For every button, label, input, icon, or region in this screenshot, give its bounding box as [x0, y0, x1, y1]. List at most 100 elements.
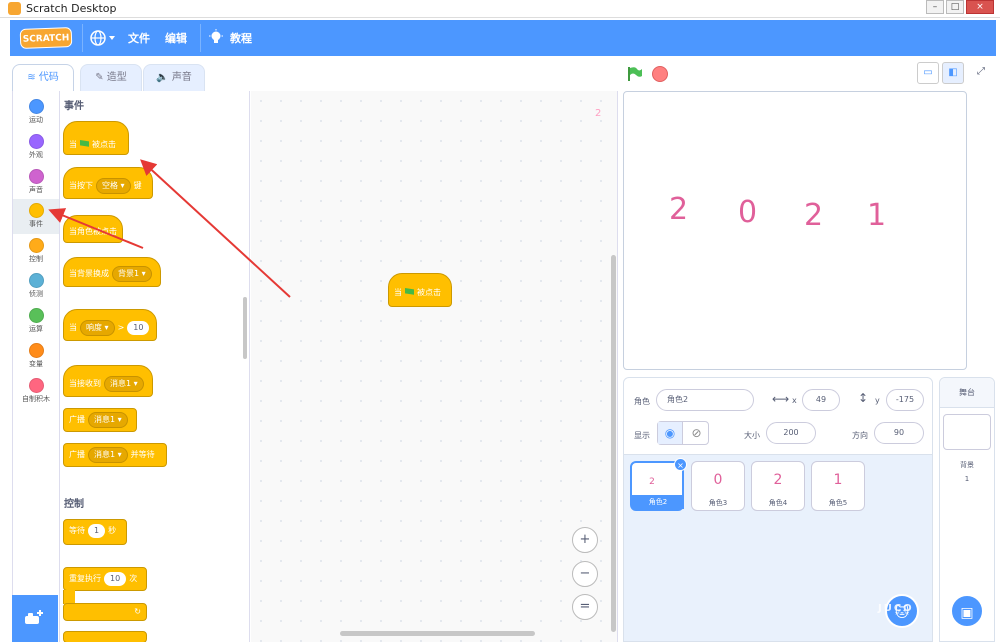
speaker-icon: 🔈	[156, 72, 169, 83]
loudness-input[interactable]: 10	[127, 320, 150, 335]
sprite-tile[interactable]: 0 角色3	[691, 461, 745, 511]
stage-sprite-digit[interactable]: 0	[738, 195, 757, 230]
small-stage-button[interactable]: ▭	[917, 62, 939, 84]
sprite-thumbnail: 2	[773, 472, 783, 488]
wait-block[interactable]: 等待 1 秒	[63, 519, 127, 545]
category-looks[interactable]: 外观	[13, 130, 59, 165]
category-dot	[28, 308, 44, 323]
stage-panel-title: 舞台	[940, 378, 994, 408]
backdrop-dropdown[interactable]: 背景1 ▾	[112, 265, 152, 282]
lightbulb-icon	[209, 29, 223, 43]
app-icon	[8, 2, 21, 15]
when-backdrop-switches-block[interactable]: 当背景换成 背景1 ▾	[63, 257, 161, 287]
y-input[interactable]: -175	[886, 389, 924, 411]
zoom-out-icon: −	[579, 566, 591, 581]
sprite-tile-name: 角色4	[768, 499, 788, 507]
tab-costumes[interactable]: ✎ 造型	[80, 64, 142, 92]
y-arrows-icon: ↕	[858, 391, 869, 405]
script-when-flag-clicked-block[interactable]: 当被点击	[388, 273, 452, 307]
forever-block-top[interactable]	[63, 631, 147, 642]
repeat-input[interactable]: 10	[104, 571, 127, 586]
tab-sounds[interactable]: 🔈 声音	[143, 64, 205, 92]
tutorials-menu[interactable]: 教程	[208, 28, 268, 48]
maximize-button[interactable]: □	[946, 0, 964, 14]
category-dot	[28, 203, 44, 218]
script-workspace[interactable]	[251, 91, 618, 642]
size-input[interactable]: 200	[766, 422, 816, 444]
broadcast-and-wait-block[interactable]: 广播 消息1 ▾ 并等待	[63, 443, 167, 467]
category-operators[interactable]: 运算	[13, 304, 59, 339]
sprite-tile[interactable]: 1 角色5	[811, 461, 865, 511]
message-dropdown[interactable]: 消息1 ▾	[104, 375, 144, 392]
stage-canvas[interactable]: 2 0 2 1	[623, 91, 967, 370]
workspace-horizontal-scrollbar[interactable]	[340, 631, 535, 636]
key-dropdown[interactable]: 空格 ▾	[96, 177, 131, 194]
repeat-block-foot: ↻	[63, 603, 147, 621]
close-button[interactable]: ×	[966, 0, 994, 14]
broadcast-dropdown[interactable]: 消息1 ▾	[88, 411, 128, 428]
hide-sprite-button[interactable]: ⊘	[684, 422, 709, 444]
zoom-in-button[interactable]: +	[572, 527, 598, 553]
category-sensing[interactable]: 侦测	[13, 269, 59, 304]
zoom-in-icon: +	[579, 532, 591, 547]
category-sound[interactable]: 声音	[13, 165, 59, 200]
menu-separator	[82, 24, 83, 52]
stage-thumbnail[interactable]	[943, 414, 991, 450]
window-title: Scratch Desktop	[26, 2, 117, 15]
broadcast-block[interactable]: 广播 消息1 ▾	[63, 408, 137, 432]
wait-input[interactable]: 1	[88, 523, 106, 538]
add-extension-button[interactable]	[12, 595, 58, 642]
stage-sprite-digit[interactable]: 1	[867, 198, 886, 233]
category-dot	[28, 238, 44, 253]
show-sprite-button[interactable]: ◉	[658, 422, 683, 444]
stop-button[interactable]	[652, 66, 668, 82]
menu-bar: SCRATCH 文件 编辑 教程	[10, 20, 996, 56]
palette-scrollbar[interactable]	[243, 297, 247, 359]
sprite-info-panel: 角色 角色2 ⟷ x 49 ↕ y -175 显示 ◉ ⊘ 大小 200 方向 …	[623, 377, 933, 455]
stage-sprite-digit[interactable]: 2	[804, 198, 823, 233]
broadcast-wait-dropdown[interactable]: 消息1 ▾	[88, 446, 128, 463]
green-flag-icon	[405, 288, 414, 295]
category-motion[interactable]: 运动	[13, 95, 59, 130]
green-flag-button[interactable]	[627, 66, 643, 82]
delete-sprite-icon[interactable]: ×	[674, 458, 687, 471]
sprite-name-input[interactable]: 角色2	[656, 389, 754, 411]
eye-icon: ◉	[664, 426, 676, 440]
fullscreen-button[interactable]: ⤢	[970, 62, 992, 84]
tab-code[interactable]: ≋ 代码	[12, 64, 74, 92]
normal-stage-icon: ◧	[948, 67, 958, 78]
zoom-out-button[interactable]: −	[572, 561, 598, 587]
workspace-vertical-scrollbar[interactable]	[611, 255, 616, 632]
green-flag-icon	[80, 140, 89, 147]
zoom-reset-button[interactable]: =	[572, 594, 598, 620]
choose-backdrop-button[interactable]: ▣	[950, 594, 984, 628]
sprite-tile-name: 角色3	[708, 499, 728, 507]
direction-label: 方向	[852, 431, 868, 440]
when-sprite-clicked-block[interactable]: 当角色被点击	[63, 215, 123, 243]
when-key-pressed-block[interactable]: 当按下 空格 ▾ 键	[63, 167, 153, 199]
language-menu[interactable]	[90, 28, 118, 48]
normal-stage-button[interactable]: ◧	[942, 62, 964, 84]
edit-menu[interactable]: 编辑	[165, 30, 187, 46]
stage-sprite-digit[interactable]: 2	[669, 192, 688, 227]
category-my-blocks[interactable]: 自制积木	[13, 374, 59, 409]
category-events[interactable]: 事件	[13, 199, 59, 234]
direction-input[interactable]: 90	[874, 422, 924, 444]
category-control[interactable]: 控制	[13, 234, 59, 269]
minimize-button[interactable]: –	[926, 0, 944, 14]
sprite-tile[interactable]: 2 角色4	[751, 461, 805, 511]
sprite-tile-selected[interactable]: 2 角色2 ×	[630, 458, 687, 511]
when-flag-clicked-block[interactable]: 当被点击	[63, 121, 129, 155]
x-input[interactable]: 49	[802, 389, 840, 411]
loudness-dropdown[interactable]: 响度 ▾	[80, 319, 115, 336]
zoom-reset-icon: =	[579, 599, 591, 614]
file-menu[interactable]: 文件	[128, 30, 150, 46]
image-icon: ▣	[960, 605, 974, 621]
brush-icon: ✎	[95, 72, 104, 83]
when-loudness-block[interactable]: 当响度 ▾ >10	[63, 309, 157, 341]
category-variables[interactable]: 变量	[13, 339, 59, 374]
repeat-block[interactable]: 重复执行 10 次	[63, 567, 147, 591]
when-receive-block[interactable]: 当接收到 消息1 ▾	[63, 365, 153, 397]
scratch-logo[interactable]: SCRATCH	[19, 27, 73, 49]
tutorials-label: 教程	[230, 32, 252, 45]
